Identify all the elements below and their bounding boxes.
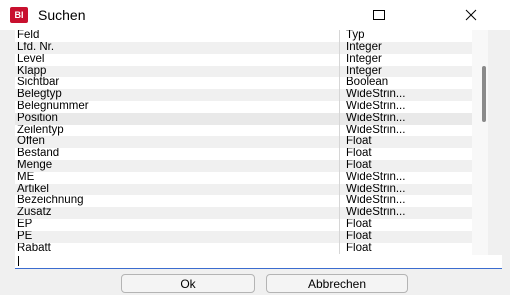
cell-feld: Lfd. Nr. — [17, 42, 55, 53]
list-row[interactable]: Zusatz WideStrin... — [15, 207, 472, 219]
column-separator — [339, 112, 340, 125]
cell-feld: Belegtyp — [17, 89, 62, 101]
list-row[interactable]: Sichtbar Boolean — [15, 77, 472, 90]
column-separator — [339, 195, 340, 208]
cell-typ: WideStrin... — [346, 112, 406, 124]
field-list[interactable]: Feld Typ Lfd. Nr. Integer Level Integer Klap… — [15, 30, 488, 255]
column-separator — [339, 124, 340, 137]
cell-feld: Bestand — [17, 148, 60, 160]
cell-feld: Artikel — [17, 183, 49, 195]
maximize-button[interactable] — [356, 0, 402, 30]
cell-typ: WideStrin... — [346, 124, 406, 136]
cell-feld: Level — [17, 53, 45, 65]
cell-feld: Zeilentyp — [17, 124, 64, 136]
cancel-button[interactable]: Abbrechen — [266, 274, 408, 293]
column-separator — [339, 89, 340, 101]
list-row[interactable]: Level Integer — [15, 53, 472, 66]
cell-typ: WideStrin... — [346, 207, 406, 219]
vertical-scrollbar[interactable] — [472, 30, 488, 255]
cell-typ: Integer — [346, 65, 382, 77]
cell-feld: Belegnummer — [17, 101, 89, 112]
close-button[interactable] — [448, 0, 494, 30]
cell-feld: ME — [17, 171, 35, 183]
cell-feld: Klapp — [17, 65, 47, 77]
cell-typ: Float — [346, 148, 372, 160]
column-separator — [339, 183, 340, 196]
column-separator — [339, 242, 340, 255]
list-row[interactable]: Menge Float — [15, 160, 472, 172]
window-title: Suchen — [38, 7, 86, 23]
cell-feld: Zusatz — [17, 207, 52, 219]
close-icon — [465, 9, 477, 21]
column-separator — [339, 207, 340, 219]
scroll-thumb[interactable] — [482, 66, 486, 122]
column-separator — [339, 65, 340, 78]
cell-typ: Float — [346, 136, 372, 148]
column-separator — [339, 77, 340, 90]
list-row[interactable]: Rabatt Float — [15, 242, 472, 255]
column-separator — [339, 136, 340, 149]
cell-typ: Boolean — [346, 77, 389, 89]
cell-typ: WideStrin... — [346, 101, 406, 112]
cell-typ: Integer — [346, 42, 382, 53]
column-separator — [339, 219, 340, 231]
cell-feld: PE — [17, 230, 33, 242]
cell-feld: Rabatt — [17, 242, 51, 254]
list-row[interactable]: EP Float — [15, 219, 472, 231]
search-input[interactable] — [17, 255, 497, 267]
list-row[interactable]: ME WideStrin... — [15, 171, 472, 184]
list-row[interactable]: Offen Float — [15, 136, 472, 149]
list-row[interactable]: Bestand Float — [15, 148, 472, 160]
cell-feld: Offen — [17, 136, 45, 148]
cell-feld: EP — [17, 219, 33, 230]
column-separator — [339, 53, 340, 66]
ok-button[interactable]: Ok — [121, 274, 255, 293]
column-separator — [339, 148, 340, 160]
maximize-icon — [373, 10, 385, 20]
header-feld[interactable]: Feld — [17, 30, 335, 42]
column-separator — [339, 230, 340, 243]
column-separator — [339, 160, 340, 172]
list-header[interactable]: Feld Typ — [15, 30, 472, 42]
search-field[interactable] — [15, 255, 502, 269]
column-separator — [339, 30, 340, 42]
cell-typ: Integer — [346, 53, 382, 65]
column-separator — [339, 101, 340, 113]
cell-typ: WideStrin... — [346, 183, 406, 195]
cell-typ: Float — [346, 230, 372, 242]
cell-feld: Bezeichnung — [17, 195, 84, 207]
list-row[interactable]: Zeilentyp WideStrin... — [15, 124, 472, 137]
cell-feld: Position — [17, 112, 58, 124]
cell-typ: Float — [346, 242, 372, 254]
column-separator — [339, 42, 340, 54]
list-row[interactable]: Belegnummer WideStrin... — [15, 101, 472, 113]
column-separator — [339, 171, 340, 184]
cell-feld: Menge — [17, 160, 53, 171]
cell-feld: Sichtbar — [17, 77, 60, 89]
header-typ[interactable]: Typ — [346, 30, 470, 42]
list-row[interactable]: Klapp Integer — [15, 65, 472, 78]
cell-typ: WideStrin... — [346, 89, 406, 101]
list-row[interactable]: Position WideStrin... — [15, 112, 472, 125]
cell-typ: Float — [346, 160, 372, 171]
list-row[interactable]: Lfd. Nr. Integer — [15, 42, 472, 54]
list-row[interactable]: Artikel WideStrin... — [15, 183, 472, 196]
title-bar: BI Suchen — [0, 0, 510, 30]
list-row[interactable]: Bezeichnung WideStrin... — [15, 195, 472, 208]
app-icon: BI — [10, 7, 28, 23]
cell-typ: Float — [346, 219, 372, 230]
cell-typ: WideStrin... — [346, 195, 406, 207]
cell-typ: WideStrin... — [346, 171, 406, 183]
list-row[interactable]: Belegtyp WideStrin... — [15, 89, 472, 101]
list-row[interactable]: PE Float — [15, 230, 472, 243]
